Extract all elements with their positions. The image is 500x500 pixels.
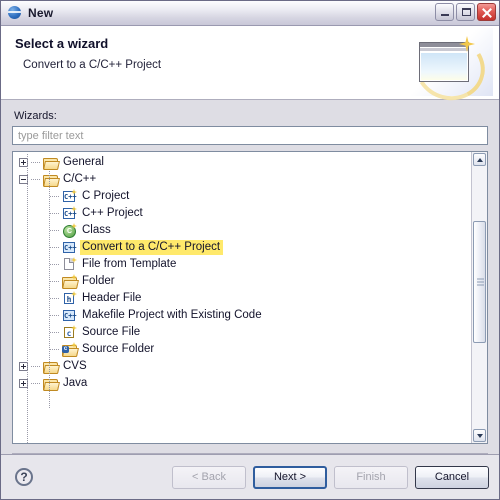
folder-icon: [42, 359, 60, 374]
scroll-down-button[interactable]: [473, 429, 486, 442]
source-file-icon: c: [61, 325, 77, 340]
next-button-label: Next >: [273, 471, 307, 483]
title-bar: New: [1, 1, 499, 26]
finish-button-label: Finish: [356, 471, 386, 483]
minimize-icon: [441, 14, 449, 16]
maximize-button[interactable]: [456, 3, 475, 21]
eclipse-globe-icon: [8, 6, 22, 20]
tree-item[interactable]: File from Template: [13, 256, 471, 273]
tree-item-label: Header File: [82, 292, 142, 304]
tree-guide: [50, 230, 59, 231]
cpp-project-icon: C++: [61, 206, 77, 221]
maximize-icon: [462, 8, 471, 16]
tree-item-label: C/C++: [63, 173, 97, 185]
tree-guide: [50, 281, 59, 282]
cpp-convert-icon: C++: [63, 310, 77, 321]
tree-guide: [50, 332, 59, 333]
tree-item[interactable]: c Source File: [13, 324, 471, 341]
tree-item-label: Convert to a C/C++ Project: [80, 240, 224, 255]
tree-scrollbar[interactable]: [471, 152, 487, 443]
tree-guide: [50, 315, 59, 316]
tree-item[interactable]: C++ Makefile Project with Existing Code: [13, 307, 471, 324]
tree-item-label: Java: [63, 377, 88, 389]
tree-guide: [31, 162, 40, 163]
finish-button: Finish: [334, 465, 408, 489]
scroll-up-button[interactable]: [473, 153, 486, 166]
header-file-icon: h: [61, 291, 77, 306]
tree-item[interactable]: C Class: [13, 222, 471, 239]
next-button[interactable]: Next >: [253, 465, 327, 489]
tree-item[interactable]: h Header File: [13, 290, 471, 307]
tree-item[interactable]: C/C++: [13, 171, 471, 188]
tree-guide-line: [49, 171, 50, 409]
tree-guide: [31, 383, 40, 384]
tree-item[interactable]: C++ C Project: [13, 188, 471, 205]
cpp-project-icon: C++: [61, 189, 77, 204]
tree-item[interactable]: General: [13, 154, 471, 171]
tree-item-label: Folder: [82, 275, 115, 287]
tree-item-label: Class: [82, 224, 111, 236]
folder-icon: [42, 155, 60, 170]
tree-guide: [50, 213, 59, 214]
cpp-convert-icon: C++: [63, 242, 77, 253]
folder-new-icon: [61, 274, 79, 289]
minimize-button[interactable]: [435, 3, 454, 21]
tree-item[interactable]: Java: [13, 375, 471, 392]
tree-item-label: CVS: [63, 360, 87, 372]
new-wizard-dialog: New Select a wizard Convert to a C/C++ P…: [0, 0, 500, 500]
wizards-label: Wizards:: [14, 110, 57, 122]
back-button: < Back: [172, 465, 246, 489]
wizard-tree[interactable]: General C/C++ C++ C Project C++ C++ Project C C…: [12, 151, 488, 444]
cancel-button-label: Cancel: [434, 471, 470, 483]
file-template-icon: [61, 257, 77, 272]
wizard-banner: Select a wizard Convert to a C/C++ Proje…: [1, 26, 499, 108]
tree-guide: [50, 264, 59, 265]
tree-item[interactable]: C++ C++ Project: [13, 205, 471, 222]
wizard-tree-rows[interactable]: General C/C++ C++ C Project C++ C++ Project C C…: [13, 152, 471, 443]
tree-item-label: C Project: [82, 190, 130, 202]
tree-guide: [31, 366, 40, 367]
class-icon: C: [61, 223, 77, 238]
scroll-up-icon: [477, 158, 483, 162]
tree-item[interactable]: C++ Convert to a C/C++ Project: [13, 239, 471, 256]
help-button[interactable]: ?: [15, 468, 33, 486]
folder-icon: [42, 376, 60, 391]
page-title: Select a wizard: [15, 36, 109, 51]
page-subtitle: Convert to a C/C++ Project: [23, 59, 162, 71]
tree-item-label: General: [63, 156, 104, 168]
tree-item-label: C++ Project: [82, 207, 143, 219]
dialog-button-bar: ? < Back Next > Finish Cancel: [1, 454, 499, 499]
tree-guide: [50, 298, 59, 299]
tree-guide: [50, 247, 59, 248]
filter-input[interactable]: [12, 126, 488, 145]
tree-item-label: Source Folder: [82, 343, 155, 355]
tree-item-label: Makefile Project with Existing Code: [82, 309, 262, 321]
source-folder-icon: c: [61, 342, 79, 357]
tree-item[interactable]: Folder: [13, 273, 471, 290]
wizard-window-sparkle-icon: [407, 28, 493, 108]
scrollbar-thumb[interactable]: [473, 220, 486, 343]
tree-item-label: File from Template: [82, 258, 177, 270]
button-group: < Back Next > Finish Cancel: [172, 465, 489, 489]
scrollbar-grip-icon: [477, 278, 484, 286]
folder-icon: [42, 172, 60, 187]
tree-item-label: Source File: [82, 326, 141, 338]
back-button-label: < Back: [192, 471, 226, 483]
tree-guide: [50, 196, 59, 197]
cancel-button[interactable]: Cancel: [415, 465, 489, 489]
tree-guide-line: [27, 154, 28, 443]
tree-guide: [50, 349, 59, 350]
tree-item[interactable]: c Source Folder: [13, 341, 471, 358]
window-controls: [435, 3, 496, 21]
tree-guide: [31, 179, 40, 180]
dialog-body: Wizards: GeneralC/C++C++C ProjectC++C++ …: [1, 100, 499, 454]
tree-item[interactable]: CVS: [13, 358, 471, 375]
window-title: New: [28, 6, 54, 20]
close-button[interactable]: [477, 3, 496, 21]
scroll-down-icon: [477, 434, 483, 438]
